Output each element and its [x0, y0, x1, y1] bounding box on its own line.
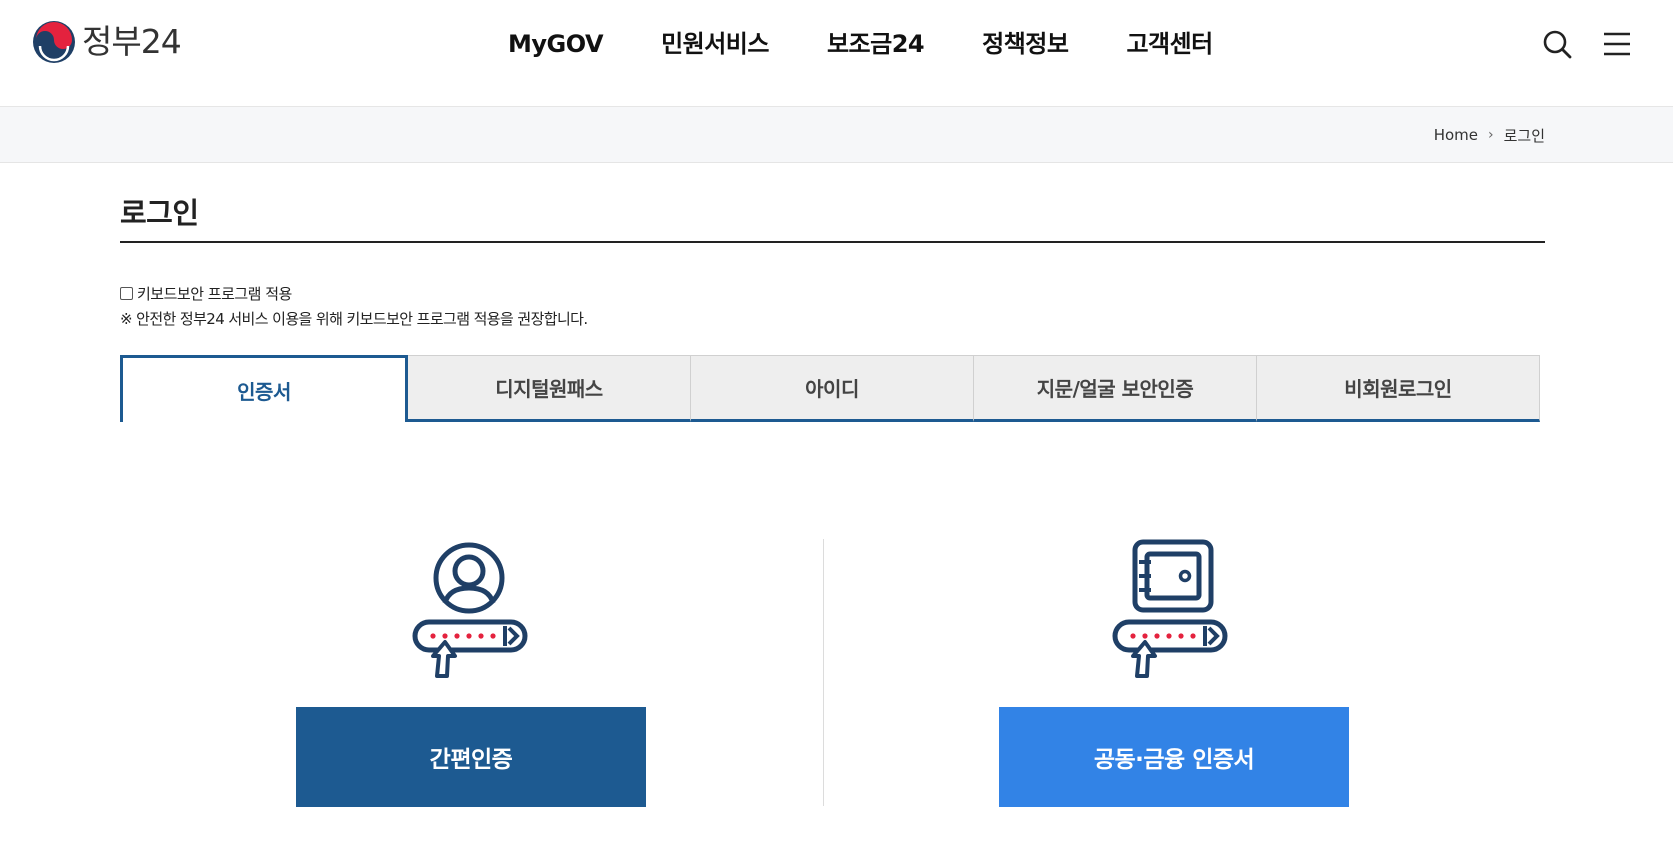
- logo-text: 정부24: [82, 22, 182, 61]
- page-title: 로그인: [120, 196, 199, 230]
- simple-auth-person-icon: [412, 542, 528, 678]
- keyboard-security-label: 키보드보안 프로그램 적용: [137, 285, 292, 303]
- taegeuk-logo-icon: [33, 21, 75, 63]
- options-divider: [823, 539, 824, 806]
- chevron-right-icon: ›: [1487, 127, 1494, 143]
- simple-auth-button[interactable]: 간편인증: [296, 707, 646, 807]
- site-header: 정부24 MyGOV 민원서비스 보조금24 정책정보 고객센터: [0, 0, 1673, 107]
- certificate-safe-icon: [1112, 539, 1228, 678]
- header-actions: [1541, 28, 1633, 60]
- tab-certificate[interactable]: 인증서: [120, 355, 408, 422]
- tab-guest-login[interactable]: 비회원로그인: [1257, 355, 1540, 422]
- breadcrumb-home[interactable]: Home: [1434, 126, 1478, 144]
- nav-item-mygov[interactable]: MyGOV: [508, 24, 604, 64]
- breadcrumb-bar: Home › 로그인: [0, 107, 1673, 163]
- login-method-tabs: 인증서 디지털원패스 아이디 지문/얼굴 보안인증 비회원로그인: [120, 355, 1540, 422]
- nav-item-policy-info[interactable]: 정책정보: [982, 24, 1069, 64]
- breadcrumb: Home › 로그인: [1434, 107, 1545, 163]
- keyboard-security-option[interactable]: 키보드보안 프로그램 적용: [120, 283, 292, 304]
- certificate-login-button[interactable]: 공동·금융 인증서: [999, 707, 1349, 807]
- nav-item-civil-service[interactable]: 민원서비스: [661, 24, 769, 64]
- hamburger-menu-icon[interactable]: [1601, 28, 1633, 60]
- main-nav: MyGOV 민원서비스 보조금24 정책정보 고객센터: [508, 24, 1213, 64]
- breadcrumb-current: 로그인: [1503, 126, 1545, 145]
- keyboard-security-checkbox[interactable]: [120, 287, 133, 300]
- tab-id[interactable]: 아이디: [691, 355, 974, 422]
- tab-biometric[interactable]: 지문/얼굴 보안인증: [974, 355, 1257, 422]
- tab-digital-onepass[interactable]: 디지털원패스: [408, 355, 691, 422]
- site-logo[interactable]: 정부24: [32, 20, 182, 64]
- nav-item-subsidy24[interactable]: 보조금24: [827, 24, 925, 64]
- keyboard-security-note: ※ 안전한 정부24 서비스 이용을 위해 키보드보안 프로그램 적용을 권장합…: [120, 310, 588, 328]
- title-divider: [120, 241, 1545, 243]
- nav-item-customer-center[interactable]: 고객센터: [1126, 24, 1213, 64]
- search-icon[interactable]: [1541, 28, 1573, 60]
